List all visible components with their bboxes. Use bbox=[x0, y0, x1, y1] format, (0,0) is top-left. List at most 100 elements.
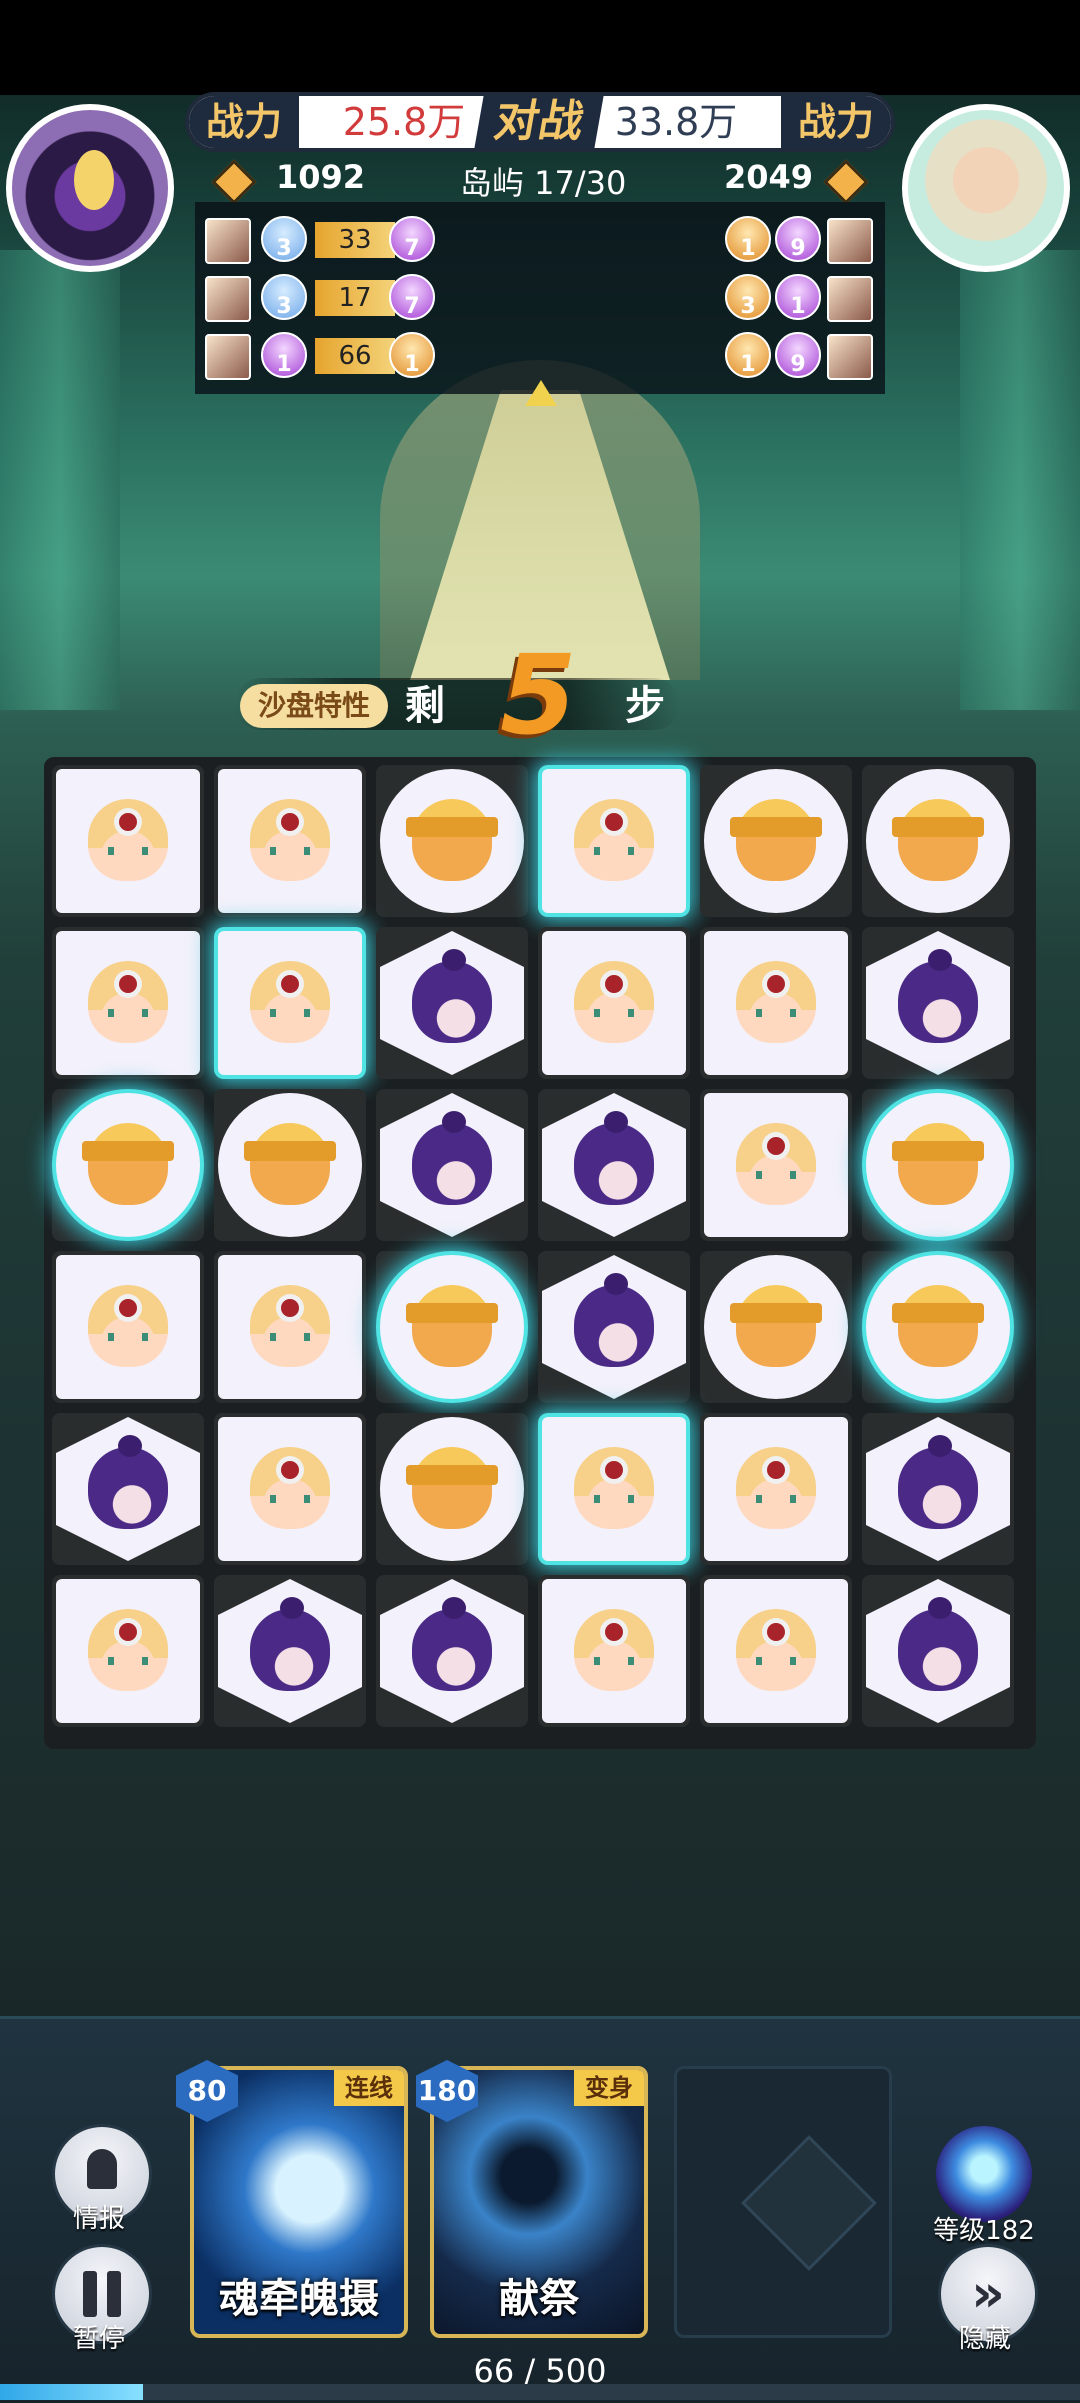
warrior-tile[interactable] bbox=[866, 1093, 1010, 1237]
board-cell[interactable] bbox=[862, 1575, 1014, 1727]
warrior-tile[interactable] bbox=[704, 1255, 848, 1399]
player-unit-row[interactable]: 3 33 7 bbox=[205, 214, 505, 266]
warrior-tile[interactable] bbox=[380, 769, 524, 913]
mage-tile[interactable] bbox=[542, 1093, 686, 1237]
warrior-tile[interactable] bbox=[704, 769, 848, 913]
arrow-up-icon bbox=[525, 380, 557, 406]
board-cell[interactable] bbox=[862, 765, 1014, 917]
cleric-tile[interactable] bbox=[704, 1093, 848, 1237]
cleric-face-icon bbox=[88, 1609, 168, 1691]
board-cell[interactable] bbox=[52, 1575, 204, 1727]
board-cell[interactable] bbox=[214, 1413, 366, 1565]
sandbox-feature-button[interactable]: 沙盘特性 bbox=[240, 684, 388, 728]
cleric-tile[interactable] bbox=[218, 1417, 362, 1561]
opponent-power-tag: 战力 bbox=[781, 96, 891, 148]
board-cell[interactable] bbox=[538, 765, 690, 917]
opponent-unit-row[interactable]: 1 9 bbox=[725, 330, 875, 382]
level-orb-icon[interactable] bbox=[936, 2126, 1032, 2222]
cleric-tile[interactable] bbox=[56, 1255, 200, 1399]
opponent-unit-row[interactable]: 1 9 bbox=[725, 214, 875, 266]
board-cell[interactable] bbox=[214, 1089, 366, 1241]
board-cell[interactable] bbox=[538, 1089, 690, 1241]
mage-tile[interactable] bbox=[380, 931, 524, 1075]
board-cell[interactable] bbox=[862, 1413, 1014, 1565]
pause-icon bbox=[83, 2271, 97, 2317]
mage-tile[interactable] bbox=[866, 1579, 1010, 1723]
warrior-face-icon bbox=[406, 799, 498, 881]
board-cell[interactable] bbox=[862, 927, 1014, 1079]
cleric-tile[interactable] bbox=[542, 931, 686, 1075]
cleric-tile[interactable] bbox=[542, 1417, 686, 1561]
board-cell[interactable] bbox=[52, 1413, 204, 1565]
pause-icon bbox=[107, 2271, 121, 2317]
unit-portrait bbox=[205, 218, 251, 264]
player-unit-row[interactable]: 1 66 1 bbox=[205, 330, 505, 382]
temple-pillar-left bbox=[0, 250, 120, 710]
board-cell[interactable] bbox=[214, 1575, 366, 1727]
cleric-tile[interactable] bbox=[56, 931, 200, 1075]
empty-skill-slot[interactable] bbox=[674, 2066, 892, 2338]
mage-tile[interactable] bbox=[56, 1417, 200, 1561]
board-cell[interactable] bbox=[700, 1413, 852, 1565]
board-cell[interactable] bbox=[52, 927, 204, 1079]
board-cell[interactable] bbox=[700, 927, 852, 1079]
warrior-tile[interactable] bbox=[218, 1093, 362, 1237]
player-unit-row[interactable]: 3 17 7 bbox=[205, 272, 505, 324]
element-orb-icon: 1 bbox=[725, 216, 771, 262]
opponent-unit-row[interactable]: 3 1 bbox=[725, 272, 875, 324]
opponent-avatar[interactable] bbox=[902, 104, 1070, 272]
cleric-tile[interactable] bbox=[542, 769, 686, 913]
board-cell[interactable] bbox=[376, 1251, 528, 1403]
board-cell[interactable] bbox=[52, 1089, 204, 1241]
cleric-tile[interactable] bbox=[218, 769, 362, 913]
board-cell[interactable] bbox=[538, 1413, 690, 1565]
warrior-tile[interactable] bbox=[380, 1255, 524, 1399]
board-cell[interactable] bbox=[376, 1413, 528, 1565]
mage-tile[interactable] bbox=[380, 1093, 524, 1237]
cleric-tile[interactable] bbox=[704, 1417, 848, 1561]
cleric-tile[interactable] bbox=[56, 1579, 200, 1723]
team-info-panel: 3 33 7 3 17 7 1 66 1 1 9 3 1 1 9 bbox=[195, 202, 885, 394]
board-cell[interactable] bbox=[700, 1089, 852, 1241]
mage-tile[interactable] bbox=[866, 1417, 1010, 1561]
board-cell[interactable] bbox=[214, 927, 366, 1079]
board-cell[interactable] bbox=[376, 927, 528, 1079]
board-cell[interactable] bbox=[862, 1251, 1014, 1403]
mage-tile[interactable] bbox=[866, 931, 1010, 1075]
board-cell[interactable] bbox=[700, 1575, 852, 1727]
unit-energy-bar: 17 bbox=[315, 280, 395, 316]
cleric-tile[interactable] bbox=[704, 931, 848, 1075]
energy-progress-bar bbox=[0, 2384, 1080, 2400]
cleric-tile[interactable] bbox=[704, 1579, 848, 1723]
mage-tile[interactable] bbox=[542, 1255, 686, 1399]
warrior-tile[interactable] bbox=[866, 1255, 1010, 1399]
board-cell[interactable] bbox=[376, 765, 528, 917]
cleric-tile[interactable] bbox=[218, 931, 362, 1075]
cleric-tile[interactable] bbox=[56, 769, 200, 913]
board-cell[interactable] bbox=[52, 765, 204, 917]
warrior-tile[interactable] bbox=[56, 1093, 200, 1237]
board-cell[interactable] bbox=[538, 927, 690, 1079]
board-cell[interactable] bbox=[214, 765, 366, 917]
board-cell[interactable] bbox=[214, 1251, 366, 1403]
warrior-face-icon bbox=[82, 1123, 174, 1205]
board-cell[interactable] bbox=[376, 1575, 528, 1727]
board-cell[interactable] bbox=[700, 1251, 852, 1403]
warrior-tile[interactable] bbox=[866, 769, 1010, 913]
mage-tile[interactable] bbox=[380, 1579, 524, 1723]
warrior-face-icon bbox=[892, 1285, 984, 1367]
board-cell[interactable] bbox=[376, 1089, 528, 1241]
mage-tile[interactable] bbox=[218, 1579, 362, 1723]
warrior-tile[interactable] bbox=[380, 1417, 524, 1561]
unit-portrait bbox=[205, 334, 251, 380]
board-cell[interactable] bbox=[52, 1251, 204, 1403]
board-cell[interactable] bbox=[700, 765, 852, 917]
cleric-face-icon bbox=[250, 1447, 330, 1529]
cleric-tile[interactable] bbox=[218, 1255, 362, 1399]
board-cell[interactable] bbox=[538, 1575, 690, 1727]
mage-face-icon bbox=[412, 949, 492, 1043]
board-cell[interactable] bbox=[538, 1251, 690, 1403]
cleric-tile[interactable] bbox=[542, 1579, 686, 1723]
board-cell[interactable] bbox=[862, 1089, 1014, 1241]
player-avatar[interactable] bbox=[6, 104, 174, 272]
